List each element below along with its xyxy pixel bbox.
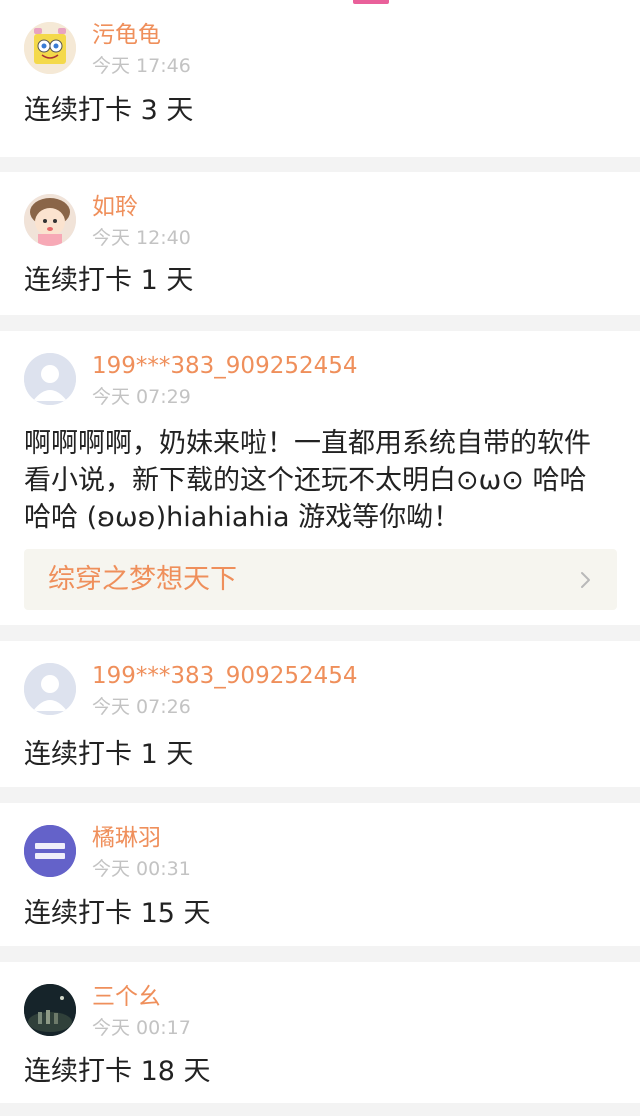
post-content: 连续打卡 1 天 (24, 265, 194, 296)
purple-text-avatar-icon[interactable] (24, 825, 76, 877)
feed-post: 如聆 今天 12:40 连续打卡 1 天 (0, 172, 640, 315)
night-photo-avatar-icon[interactable] (24, 984, 76, 1036)
feed-post: 橘琳羽 今天 00:31 连续打卡 15 天 (0, 803, 640, 946)
post-time: 今天 00:17 (92, 1017, 191, 1039)
post-time: 今天 00:31 (92, 858, 191, 880)
default-user-avatar-icon[interactable] (24, 353, 76, 405)
chevron-right-icon (581, 572, 590, 588)
post-content: 啊啊啊啊，奶妹来啦！一直都用系统自带的软件看小说，新下载的这个还玩不太明白⊙ω⊙… (24, 428, 591, 533)
username[interactable]: 199***383_909252454 (92, 351, 358, 381)
spongebob-avatar-icon[interactable] (24, 22, 76, 74)
username[interactable]: 污龟龟 (92, 20, 161, 50)
post-time: 今天 12:40 (92, 227, 191, 249)
feed-post: 三个幺 今天 00:17 连续打卡 18 天 (0, 962, 640, 1103)
tab-indicator (353, 0, 389, 4)
post-time: 今天 07:29 (92, 386, 191, 408)
book-title: 综穿之梦想天下 (48, 564, 237, 595)
feed-post: 污龟龟 今天 17:46 连续打卡 3 天 (0, 0, 640, 157)
comment-feed: 污龟龟 今天 17:46 连续打卡 3 天 如聆 今天 12:40 连续打卡 1… (0, 0, 640, 1116)
default-user-avatar-icon[interactable] (24, 663, 76, 715)
username[interactable]: 199***383_909252454 (92, 661, 358, 691)
post-content: 连续打卡 18 天 (24, 1056, 211, 1087)
post-content: 连续打卡 1 天 (24, 739, 194, 770)
post-content: 连续打卡 15 天 (24, 898, 211, 929)
cartoon-girl-avatar-icon[interactable] (24, 194, 76, 246)
post-time: 今天 17:46 (92, 55, 191, 77)
username[interactable]: 如聆 (92, 192, 138, 222)
username[interactable]: 橘琳羽 (92, 823, 161, 853)
feed-post: 199***383_909252454 今天 07:29 啊啊啊啊，奶妹来啦！一… (0, 331, 640, 625)
feed-post: 199***383_909252454 今天 07:26 连续打卡 1 天 (0, 641, 640, 787)
username[interactable]: 三个幺 (92, 982, 161, 1012)
post-content: 连续打卡 3 天 (24, 95, 194, 126)
book-link[interactable]: 综穿之梦想天下 (24, 549, 617, 610)
post-time: 今天 07:26 (92, 696, 191, 718)
